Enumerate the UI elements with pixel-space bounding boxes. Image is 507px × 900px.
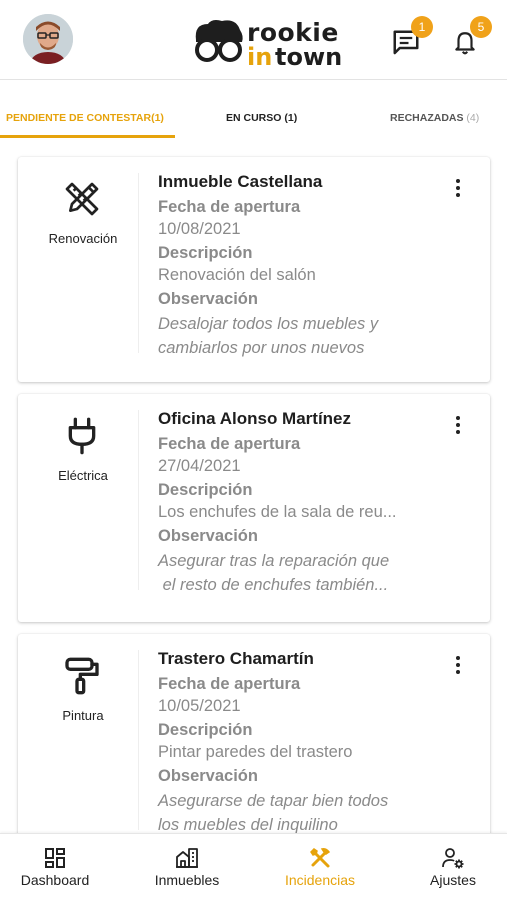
tools-icon — [310, 848, 331, 868]
category-label: Eléctrica — [58, 468, 108, 483]
active-tab-indicator — [0, 135, 175, 138]
property-title: Trastero Chamartín — [158, 649, 314, 668]
observacion-label: Observación — [158, 527, 258, 545]
more-options-icon[interactable] — [450, 656, 466, 682]
tab-rechazadas-label: RECHAZADAS — [390, 112, 464, 124]
tab-rechazadas[interactable]: RECHAZADAS (4) — [390, 112, 479, 124]
more-options-icon[interactable] — [450, 416, 466, 442]
rookie-intown-logo: rookie in town — [192, 18, 343, 71]
nav-ajustes[interactable]: Ajustes — [408, 834, 498, 900]
descripcion-label: Descripción — [158, 481, 253, 499]
user-avatar[interactable] — [23, 14, 73, 64]
nav-inmuebles[interactable]: Inmuebles — [142, 834, 232, 900]
descripcion-label: Descripción — [158, 244, 253, 262]
card-content: Inmueble Castellana Fecha de apertura 10… — [158, 172, 458, 360]
card-divider — [138, 173, 139, 353]
nav-incidencias-label: Incidencias — [284, 872, 356, 888]
descripcion-value: Renovación del salón — [158, 266, 316, 284]
messages-badge: 1 — [411, 16, 433, 38]
fecha-value: 27/04/2021 — [158, 457, 241, 475]
incidencia-card[interactable]: Renovación Inmueble Castellana Fecha de … — [18, 157, 490, 382]
more-options-icon[interactable] — [450, 179, 466, 205]
tab-pendiente-count: (1) — [151, 112, 164, 124]
property-title: Oficina Alonso Martínez — [158, 409, 352, 428]
card-divider — [138, 410, 139, 590]
incidencia-card[interactable]: Eléctrica Oficina Alonso Martínez Fecha … — [18, 394, 490, 622]
fecha-label: Fecha de apertura — [158, 435, 301, 453]
fecha-value: 10/08/2021 — [158, 220, 241, 238]
plug-icon — [68, 417, 96, 455]
tab-en-curso[interactable]: EN CURSO (1) — [226, 112, 297, 124]
notifications-button[interactable]: 5 — [448, 16, 492, 58]
nav-ajustes-label: Ajustes — [430, 872, 476, 888]
observacion-value: Desalojar todos los muebles y cambiarlos… — [158, 315, 379, 357]
descripcion-value: Pintar paredes del trastero — [158, 743, 353, 761]
observacion-value: Asegurar tras la reparación que el resto… — [158, 552, 390, 594]
descripcion-label: Descripción — [158, 721, 253, 739]
fecha-label: Fecha de apertura — [158, 198, 301, 216]
building-icon — [176, 848, 198, 868]
notifications-badge: 5 — [470, 16, 492, 38]
tab-pendiente-label: PENDIENTE DE CONTESTAR — [6, 112, 152, 124]
logo-face-icon — [195, 20, 243, 62]
category-label: Renovación — [48, 231, 118, 246]
messages-button[interactable]: 1 — [389, 16, 433, 58]
nav-dashboard-label: Dashboard — [20, 872, 90, 888]
card-content: Oficina Alonso Martínez Fecha de apertur… — [158, 409, 458, 597]
paint-roller-icon — [65, 657, 99, 695]
dashboard-icon — [45, 848, 65, 868]
observacion-label: Observación — [158, 290, 258, 308]
descripcion-value: Los enchufes de la sala de reu... — [158, 503, 397, 521]
user-settings-icon — [442, 848, 464, 869]
category-label: Pintura — [62, 708, 104, 723]
tab-rechazadas-count: (4) — [466, 112, 480, 124]
tab-en-curso-label: EN CURSO — [226, 112, 282, 124]
fecha-label: Fecha de apertura — [158, 675, 301, 693]
property-title: Inmueble Castellana — [158, 172, 323, 191]
app-header: rookie in town 1 5 — [0, 0, 507, 80]
observacion-value: Asegurarse de tapar bien todos los muebl… — [158, 792, 389, 834]
status-tabs: PENDIENTE DE CONTESTAR(1) EN CURSO (1) R… — [0, 100, 507, 140]
logo-text-in: in — [247, 43, 273, 71]
logo-text-town: town — [275, 43, 343, 71]
card-content: Trastero Chamartín Fecha de apertura 10/… — [158, 649, 458, 837]
nav-inmuebles-label: Inmuebles — [154, 872, 220, 888]
nav-incidencias[interactable]: Incidencias — [275, 834, 365, 900]
tab-pendiente[interactable]: PENDIENTE DE CONTESTAR(1) — [6, 112, 164, 124]
observacion-label: Observación — [158, 767, 258, 785]
tab-en-curso-count: (1) — [284, 112, 298, 124]
fecha-value: 10/05/2021 — [158, 697, 241, 715]
ruler-pencil-icon — [65, 182, 99, 216]
incidencia-card[interactable]: Pintura Trastero Chamartín Fecha de aper… — [18, 634, 490, 844]
bottom-navigation: Dashboard Inmuebles Incidencias Ajustes — [0, 833, 507, 900]
card-divider — [138, 650, 139, 830]
nav-dashboard[interactable]: Dashboard — [10, 834, 100, 900]
